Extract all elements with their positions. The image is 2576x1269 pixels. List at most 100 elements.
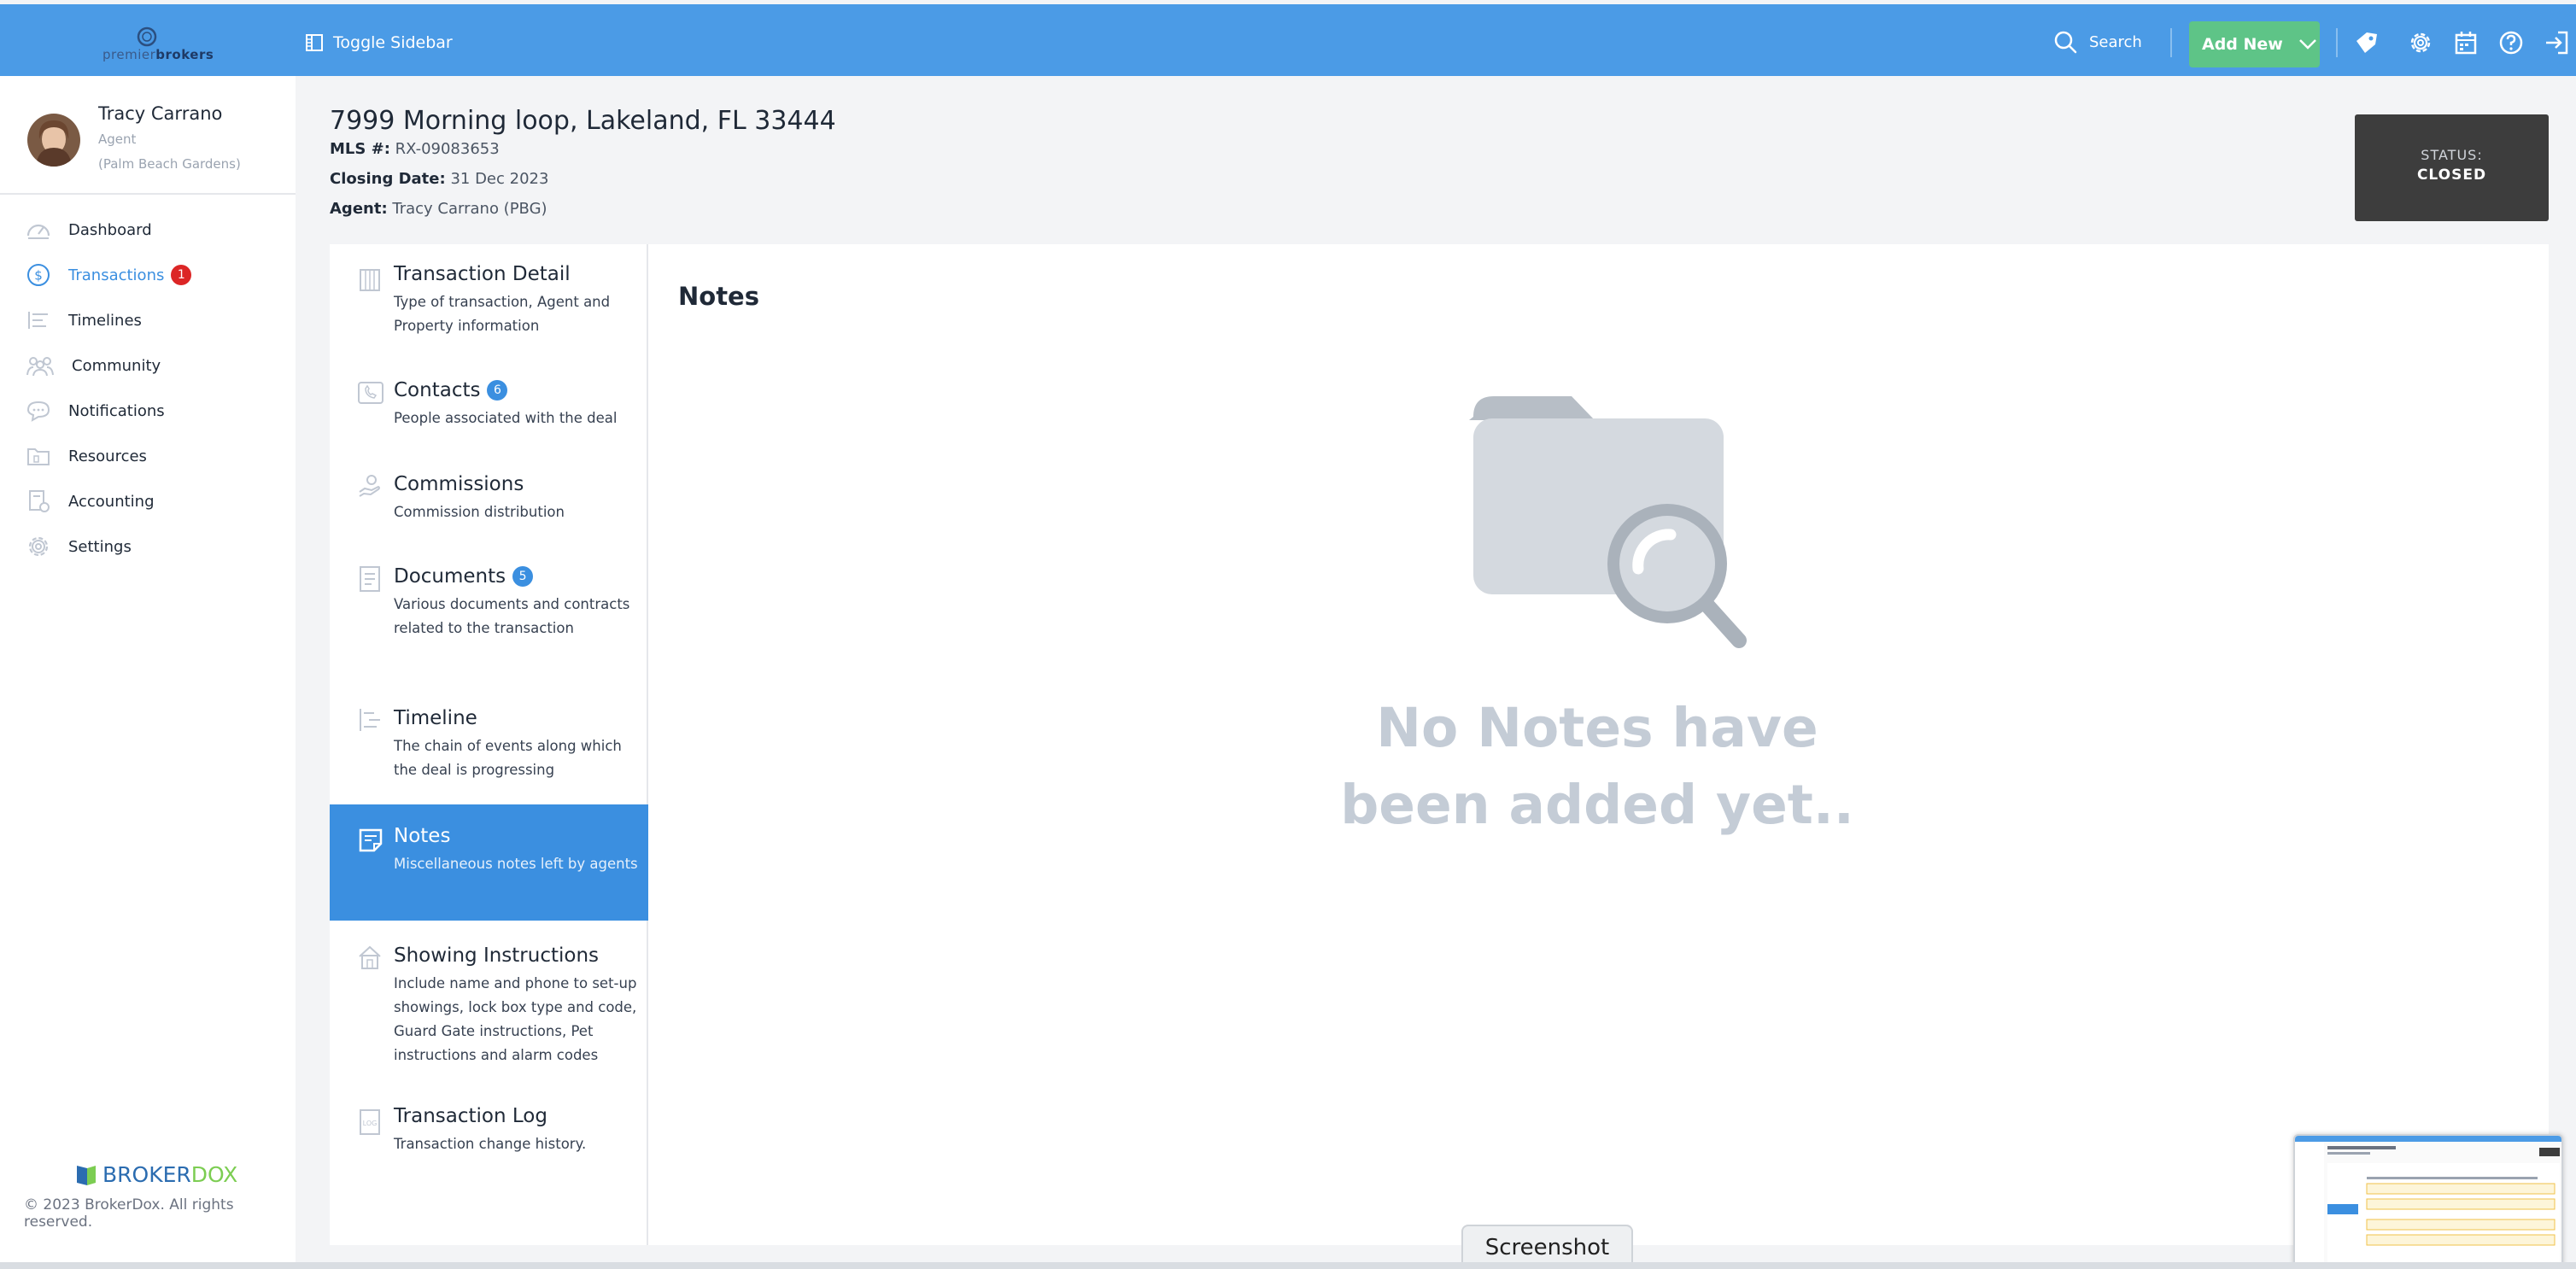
sidebar-item-accounting[interactable]: Accounting (26, 486, 155, 517)
menu-item-description: Include name and phone to set-up showing… (394, 975, 637, 1063)
sidebar-item-transactions[interactable]: $ Transactions 1 (26, 260, 192, 290)
sidebar-item-label: Transactions (68, 266, 165, 284)
calendar-icon[interactable] (2452, 29, 2479, 56)
sidebar-toggle-icon (306, 34, 323, 51)
divider (2170, 28, 2172, 57)
document-icon (360, 566, 380, 592)
menu-item-description: The chain of events along which the deal… (394, 738, 622, 778)
menu-item-timeline[interactable]: Timeline The chain of events along which… (330, 681, 648, 798)
menu-item-documents[interactable]: Documents 5 Various documents and contrac… (330, 541, 648, 681)
sidebar-item-timelines[interactable]: Timelines (26, 305, 142, 336)
sidebar-item-label: Timelines (68, 311, 142, 330)
menu-item-description: Various documents and contracts related … (394, 596, 630, 636)
contacts-count-badge: 6 (487, 380, 508, 401)
search-label: Search (2089, 32, 2142, 51)
gear-icon[interactable] (2407, 29, 2434, 56)
avatar-image (27, 114, 80, 167)
bottom-scrollbar (0, 1262, 2576, 1269)
dollar-icon: $ (27, 264, 50, 286)
status-badge: STATUS: CLOSED (2355, 114, 2549, 221)
menu-item-description: Type of transaction, Agent and Property … (394, 294, 611, 334)
building-icon (360, 269, 380, 291)
accounting-icon (29, 490, 50, 512)
status-value: CLOSED (2416, 167, 2487, 184)
avatar[interactable] (27, 114, 80, 167)
menu-item-transaction-detail[interactable]: Transaction Detail Type of transaction, … (330, 244, 648, 355)
sidebar: Tracy Carrano Agent (Palm Beach Gardens)… (0, 76, 296, 1269)
menu-item-title: Transaction Detail (394, 263, 571, 285)
search-button[interactable]: Search (2053, 26, 2142, 57)
menu-item-title: Timeline (394, 707, 477, 729)
tag-icon[interactable] (2353, 29, 2380, 56)
divider (2336, 28, 2338, 57)
menu-item-title: Commissions (394, 473, 524, 495)
svg-text:LOG: LOG (363, 1120, 378, 1127)
sidebar-item-notifications[interactable]: Notifications (26, 395, 165, 426)
brokerdox-logo-icon (77, 1165, 96, 1185)
menu-item-title: Documents 5 (394, 565, 534, 588)
menu-item-title: Contacts 6 (394, 379, 508, 401)
transaction-section-menu: Transaction Detail Type of transaction, … (330, 244, 648, 1245)
agent-info: Agent: Tracy Carrano (PBG) (330, 200, 547, 218)
menu-item-transaction-log[interactable]: LOG Transaction Log Transaction change h… (330, 1085, 648, 1178)
mls-number: MLS #: RX-09083653 (330, 140, 500, 158)
gauge-icon (26, 224, 50, 239)
sidebar-item-resources[interactable]: Resources (26, 441, 147, 471)
sidebar-item-dashboard[interactable]: Dashboard (26, 214, 152, 245)
brokerdox-logo: BROKER DOX (75, 1162, 237, 1187)
phone-icon (358, 382, 383, 404)
toggle-sidebar-button[interactable]: Toggle Sidebar (306, 30, 453, 56)
sidebar-item-settings[interactable]: Settings (26, 531, 132, 562)
commission-hand-icon (359, 475, 380, 497)
note-icon (359, 828, 383, 852)
logout-icon[interactable] (2543, 29, 2570, 56)
people-icon (26, 357, 54, 377)
menu-item-title: Showing Instructions (394, 944, 600, 967)
sidebar-item-label: Resources (68, 447, 147, 465)
sidebar-item-label: Community (72, 356, 161, 375)
menu-item-contacts[interactable]: Contacts 6 People associated with the dea… (330, 355, 648, 449)
log-icon: LOG (360, 1109, 380, 1135)
toggle-sidebar-label: Toggle Sidebar (333, 33, 453, 52)
sidebar-item-label: Dashboard (68, 220, 152, 239)
copyright-text: © 2023 BrokerDox. All rights reserved. (24, 1196, 234, 1231)
status-label: STATUS: (2421, 147, 2483, 163)
notes-section-title: Notes (678, 282, 759, 311)
chevron-down-icon (2298, 39, 2316, 50)
top-bar: premierbrokers Toggle Sidebar Search Add… (0, 4, 2576, 76)
menu-item-description: Commission distribution (394, 504, 565, 520)
sidebar-item-label: Settings (68, 537, 132, 556)
search-icon (2054, 31, 2077, 54)
sidebar-item-label: Notifications (68, 401, 165, 420)
sidebar-item-label: Accounting (68, 492, 155, 511)
menu-item-showing-instructions[interactable]: Showing Instructions Include name and ph… (330, 921, 648, 1085)
screenshot-thumbnail[interactable] (2293, 1134, 2563, 1269)
menu-item-title: Transaction Log (394, 1105, 547, 1127)
folder-icon (27, 448, 50, 465)
empty-state-message: No Notes have been added yet.. (1340, 697, 1854, 836)
add-new-label: Add New (2202, 35, 2283, 54)
timeline-icon (360, 709, 380, 731)
add-new-button[interactable]: Add New (2189, 21, 2320, 67)
page-title: 7999 Morning loop, Lakeland, FL 33444 (330, 106, 836, 136)
menu-item-commissions[interactable]: Commissions Commission distribution (330, 449, 648, 541)
menu-item-title: Notes (394, 825, 451, 847)
menu-item-description: Transaction change history. (394, 1136, 587, 1152)
help-icon[interactable] (2497, 29, 2525, 56)
user-office: (Palm Beach Gardens) (98, 156, 241, 172)
closing-date: Closing Date: 31 Dec 2023 (330, 170, 549, 188)
documents-count-badge: 5 (512, 566, 534, 587)
chat-icon (26, 401, 50, 422)
house-icon (359, 945, 381, 969)
svg-text:$: $ (34, 268, 43, 284)
menu-item-notes[interactable]: Notes Miscellaneous notes left by agents (330, 804, 648, 921)
gear-icon (28, 536, 49, 557)
sidebar-item-community[interactable]: Community (26, 350, 161, 381)
thumbnail-preview-image (2295, 1136, 2561, 1267)
timeline-icon (28, 312, 48, 329)
divider (0, 193, 296, 195)
user-name: Tracy Carrano (98, 103, 223, 124)
menu-item-description: People associated with the deal (394, 410, 618, 426)
empty-folder-search-icon (1469, 396, 1747, 648)
menu-item-description: Miscellaneous notes left by agents (394, 856, 638, 872)
